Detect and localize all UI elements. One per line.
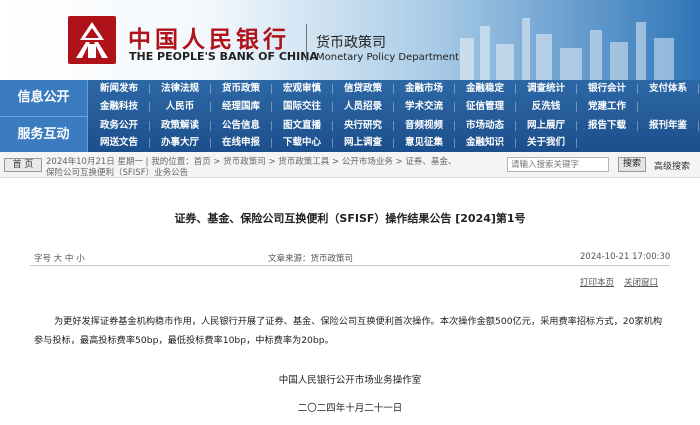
article-title: 证券、基金、保险公司互换便利（SFISF）操作结果公告 [2024]第1号	[174, 212, 526, 225]
skyline-decoration	[460, 18, 674, 80]
nav-item-service-hall[interactable]: 办事大厅	[149, 134, 211, 152]
nav-item-gov-affairs[interactable]: 政务公开	[88, 117, 150, 135]
close-window-link[interactable]: 关闭窗口	[624, 276, 658, 288]
nav-item-academic[interactable]: 学术交流	[393, 98, 455, 116]
nav-item-statistics[interactable]: 调查统计	[515, 80, 577, 98]
nav-item-monetary-policy[interactable]: 货币政策	[210, 80, 272, 98]
nav-item-law[interactable]: 法律法规	[149, 80, 211, 98]
signature-org: 中国人民银行公开市场业务操作室	[278, 375, 422, 386]
article-date: 2024-10-21 17:00:30	[580, 252, 671, 262]
nav-item-announcements[interactable]: 公告信息	[210, 117, 272, 135]
section-name-en: Monetary Policy Department	[316, 52, 459, 63]
nav-item-recruitment[interactable]: 人员招录	[332, 98, 394, 116]
print-page-link[interactable]: 打印本页	[580, 276, 614, 288]
nav-item-payment[interactable]: 支付体系	[637, 80, 699, 98]
nav-item-research[interactable]: 央行研究	[332, 117, 394, 135]
nav-item-macroprudential[interactable]: 宏观审慎	[271, 80, 333, 98]
nav-item-financial-knowledge[interactable]: 金融知识	[454, 134, 516, 152]
advanced-search-link[interactable]: 高级搜索	[654, 159, 690, 172]
pboc-logo-icon[interactable]	[66, 14, 118, 66]
bank-name-en: THE PEOPLE'S BANK OF CHINA	[129, 50, 318, 63]
nav-item-live[interactable]: 图文直播	[271, 117, 333, 135]
main-nav: 信息公开 服务互动 新闻发布 法律法规 货币政策 宏观审慎 信贷政策 金融市场 …	[0, 80, 700, 152]
breadcrumb-continued[interactable]: 保险公司互换便利（SFISF）业务公告	[46, 166, 188, 178]
search-input[interactable]	[507, 157, 609, 172]
nav-item-international[interactable]: 国际交往	[271, 98, 333, 116]
breadcrumb-bar: 首 页 2024年10月21日 星期一 | 我的位置：首页 > 货币政策司 > …	[0, 152, 700, 178]
nav-item-online-survey[interactable]: 网上调查	[332, 134, 394, 152]
nav-item-financial-market[interactable]: 金融市场	[393, 80, 455, 98]
nav-item-download-center[interactable]: 下载中心	[271, 134, 333, 152]
nav-item-anti-money-laundering[interactable]: 反洗钱	[515, 98, 577, 116]
nav-label-info[interactable]: 信息公开	[0, 80, 88, 116]
nav-item-treasury[interactable]: 经理国库	[210, 98, 272, 116]
home-button[interactable]: 首 页	[4, 158, 42, 172]
nav-item-accounting[interactable]: 银行会计	[576, 80, 638, 98]
search-button[interactable]: 搜索	[618, 157, 646, 172]
nav-item-yearbook[interactable]: 报刊年鉴	[637, 117, 699, 135]
nav-item-opinion[interactable]: 意见征集	[393, 134, 455, 152]
nav-item-fintech[interactable]: 金融科技	[88, 98, 150, 116]
header-divider	[306, 24, 307, 62]
nav-item-report-download[interactable]: 报告下载	[576, 117, 638, 135]
nav-item-rmb[interactable]: 人民币	[149, 98, 211, 116]
nav-item-credit-reference[interactable]: 征信管理	[454, 98, 516, 116]
divider	[30, 265, 670, 266]
nav-item-credit-policy[interactable]: 信贷政策	[332, 80, 394, 98]
nav-row-1: 新闻发布 法律法规 货币政策 宏观审慎 信贷政策 金融市场 金融稳定 调查统计 …	[88, 80, 700, 98]
nav-row-3: 政务公开 政策解读 公告信息 图文直播 央行研究 音频视频 市场动态 网上展厅 …	[88, 117, 700, 135]
article-body: 为更好发挥证券基金机构稳市作用，人民银行开展了证券、基金、保险公司互换便利首次操…	[34, 316, 663, 346]
nav-label-service[interactable]: 服务互动	[0, 116, 88, 152]
bank-name-cn: 中国人民银行	[128, 26, 290, 53]
font-size-selector[interactable]: 字号 大 中 小	[34, 252, 85, 264]
nav-item-about[interactable]: 关于我们	[515, 134, 577, 152]
article-source: 文章来源：货币政策司	[268, 254, 354, 264]
site-header: 中国人民银行 THE PEOPLE'S BANK OF CHINA 货币政策司 …	[0, 0, 700, 80]
nav-item-online-exhibition[interactable]: 网上展厅	[515, 117, 577, 135]
nav-item-market-news[interactable]: 市场动态	[454, 117, 516, 135]
signature-date: 二〇二四年十月二十一日	[297, 403, 403, 414]
nav-item-news[interactable]: 新闻发布	[88, 80, 150, 98]
nav-item-policy-interpretation[interactable]: 政策解读	[149, 117, 211, 135]
nav-row-4: 网送文告 办事大厅 在线申报 下载中心 网上调查 意见征集 金融知识 关于我们	[88, 134, 700, 152]
nav-row-2: 金融科技 人民币 经理国库 国际交往 人员招录 学术交流 征信管理 反洗钱 党建…	[88, 98, 700, 116]
section-name-cn: 货币政策司	[316, 35, 386, 51]
nav-item-financial-stability[interactable]: 金融稳定	[454, 80, 516, 98]
nav-item-party-building[interactable]: 党建工作	[576, 98, 638, 116]
nav-item-online-filing[interactable]: 在线申报	[210, 134, 272, 152]
nav-item-documents[interactable]: 网送文告	[88, 134, 150, 152]
nav-item-media[interactable]: 音频视频	[393, 117, 455, 135]
